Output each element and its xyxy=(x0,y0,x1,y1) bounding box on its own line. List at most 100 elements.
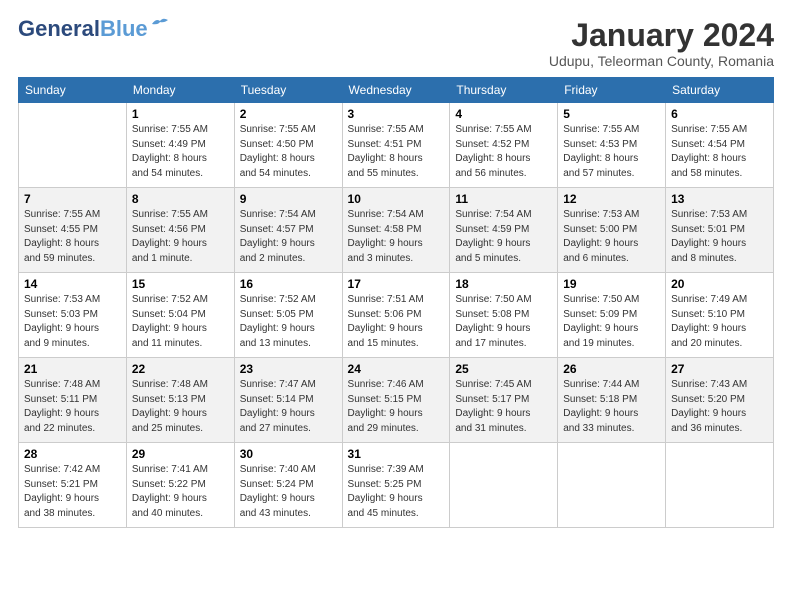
day-info-line: and 33 minutes. xyxy=(563,423,634,434)
day-info: Sunrise: 7:55 AMSunset: 4:55 PMDaylight:… xyxy=(24,208,121,266)
day-info-line: Sunrise: 7:53 AM xyxy=(671,209,747,220)
table-cell: 22Sunrise: 7:48 AMSunset: 5:13 PMDayligh… xyxy=(126,358,234,443)
day-number: 11 xyxy=(455,192,552,206)
table-cell: 31Sunrise: 7:39 AMSunset: 5:25 PMDayligh… xyxy=(342,443,450,528)
day-info-line: Daylight: 9 hours xyxy=(24,323,99,334)
day-info: Sunrise: 7:54 AMSunset: 4:59 PMDaylight:… xyxy=(455,208,552,266)
day-info-line: Sunset: 5:06 PM xyxy=(348,309,422,320)
day-number: 5 xyxy=(563,107,660,121)
day-info-line: Sunset: 5:22 PM xyxy=(132,479,206,490)
day-number: 24 xyxy=(348,362,445,376)
day-info-line: Daylight: 9 hours xyxy=(132,493,207,504)
day-info-line: and 22 minutes. xyxy=(24,423,95,434)
day-info-line: Sunrise: 7:53 AM xyxy=(563,209,639,220)
day-info-line: and 6 minutes. xyxy=(563,253,629,264)
table-cell: 16 Sunrise: 7:52 AMSunset: 5:05 PMDayligh… xyxy=(234,273,342,358)
day-info-line: and 40 minutes. xyxy=(132,508,203,519)
day-info: Sunrise: 7:42 AMSunset: 5:21 PMDaylight:… xyxy=(24,463,121,521)
day-info: Sunrise: 7:50 AMSunset: 5:08 PMDaylight:… xyxy=(455,293,552,351)
day-info-line: Daylight: 9 hours xyxy=(132,323,207,334)
day-info-line: Daylight: 9 hours xyxy=(671,238,746,249)
day-info: Sunrise: 7:54 AMSunset: 4:58 PMDaylight:… xyxy=(348,208,445,266)
day-info-line: Daylight: 9 hours xyxy=(348,323,423,334)
day-info-line: Sunrise: 7:55 AM xyxy=(24,209,100,220)
day-info-line: Sunset: 5:25 PM xyxy=(348,479,422,490)
day-number: 7 xyxy=(24,192,121,206)
month-title: January 2024 xyxy=(549,18,774,53)
day-number: 1 xyxy=(132,107,229,121)
day-number: 27 xyxy=(671,362,768,376)
day-info-line: and 20 minutes. xyxy=(671,338,742,349)
day-info: Sunrise: 7:52 AMSunset: 5:05 PMDaylight:… xyxy=(240,293,337,351)
day-info-line: and 54 minutes. xyxy=(132,168,203,179)
logo-blue: Blue xyxy=(100,16,148,41)
day-info-line: Sunrise: 7:55 AM xyxy=(348,124,424,135)
day-info-line: Sunrise: 7:46 AM xyxy=(348,379,424,390)
day-info-line: Sunrise: 7:39 AM xyxy=(348,464,424,475)
day-info-line: Sunset: 5:08 PM xyxy=(455,309,529,320)
col-wednesday: Wednesday xyxy=(342,78,450,103)
day-info: Sunrise: 7:44 AMSunset: 5:18 PMDaylight:… xyxy=(563,378,660,436)
table-cell: 8Sunrise: 7:55 AMSunset: 4:56 PMDaylight… xyxy=(126,188,234,273)
table-cell xyxy=(666,443,774,528)
day-info: Sunrise: 7:43 AMSunset: 5:20 PMDaylight:… xyxy=(671,378,768,436)
table-cell: 1 Sunrise: 7:55 AMSunset: 4:49 PMDaylight… xyxy=(126,103,234,188)
day-info-line: and 36 minutes. xyxy=(671,423,742,434)
day-info-line: and 54 minutes. xyxy=(240,168,311,179)
day-info-line: and 56 minutes. xyxy=(455,168,526,179)
col-monday: Monday xyxy=(126,78,234,103)
day-number: 18 xyxy=(455,277,552,291)
day-info-line: Sunset: 4:49 PM xyxy=(132,139,206,150)
day-info-line: and 2 minutes. xyxy=(240,253,306,264)
day-info-line: and 3 minutes. xyxy=(348,253,414,264)
day-info: Sunrise: 7:41 AMSunset: 5:22 PMDaylight:… xyxy=(132,463,229,521)
day-info: Sunrise: 7:53 AMSunset: 5:03 PMDaylight:… xyxy=(24,293,121,351)
day-info-line: Daylight: 9 hours xyxy=(563,323,638,334)
day-info-line: Sunrise: 7:49 AM xyxy=(671,294,747,305)
table-cell: 17Sunrise: 7:51 AMSunset: 5:06 PMDayligh… xyxy=(342,273,450,358)
day-info-line: Daylight: 9 hours xyxy=(240,408,315,419)
logo: GeneralBlue xyxy=(18,18,172,40)
day-info-line: and 15 minutes. xyxy=(348,338,419,349)
logo-bird-icon xyxy=(150,16,172,35)
day-info-line: Sunset: 5:17 PM xyxy=(455,394,529,405)
header: GeneralBlue January 2024 Udupu, Teleorma… xyxy=(18,18,774,69)
day-info-line: Daylight: 8 hours xyxy=(240,153,315,164)
day-info-line: Daylight: 9 hours xyxy=(240,493,315,504)
day-info: Sunrise: 7:49 AMSunset: 5:10 PMDaylight:… xyxy=(671,293,768,351)
day-info-line: Sunrise: 7:53 AM xyxy=(24,294,100,305)
day-info-line: and 11 minutes. xyxy=(132,338,202,349)
day-info-line: Sunrise: 7:55 AM xyxy=(671,124,747,135)
day-info-line: Sunset: 4:52 PM xyxy=(455,139,529,150)
day-info-line: Sunset: 4:51 PM xyxy=(348,139,422,150)
day-info: Sunrise: 7:55 AMSunset: 4:54 PMDaylight:… xyxy=(671,123,768,181)
day-info-line: Daylight: 9 hours xyxy=(132,238,207,249)
day-info: Sunrise: 7:39 AMSunset: 5:25 PMDaylight:… xyxy=(348,463,445,521)
day-info-line: Sunset: 4:53 PM xyxy=(563,139,637,150)
day-info-line: Sunset: 5:10 PM xyxy=(671,309,745,320)
table-cell: 9Sunrise: 7:54 AMSunset: 4:57 PMDaylight… xyxy=(234,188,342,273)
day-info: Sunrise: 7:55 AMSunset: 4:49 PMDaylight:… xyxy=(132,123,229,181)
day-info-line: and 59 minutes. xyxy=(24,253,95,264)
day-info: Sunrise: 7:45 AMSunset: 5:17 PMDaylight:… xyxy=(455,378,552,436)
day-info-line: Sunset: 4:54 PM xyxy=(671,139,745,150)
day-info: Sunrise: 7:48 AMSunset: 5:13 PMDaylight:… xyxy=(132,378,229,436)
day-info: Sunrise: 7:50 AMSunset: 5:09 PMDaylight:… xyxy=(563,293,660,351)
title-block: January 2024 Udupu, Teleorman County, Ro… xyxy=(549,18,774,69)
day-info-line: Sunset: 4:59 PM xyxy=(455,224,529,235)
table-cell: 30Sunrise: 7:40 AMSunset: 5:24 PMDayligh… xyxy=(234,443,342,528)
day-info-line: Sunset: 4:58 PM xyxy=(348,224,422,235)
day-info-line: Daylight: 9 hours xyxy=(671,408,746,419)
day-info-line: Sunrise: 7:42 AM xyxy=(24,464,100,475)
day-info-line: Sunrise: 7:55 AM xyxy=(240,124,316,135)
day-info-line: and 58 minutes. xyxy=(671,168,742,179)
day-number: 28 xyxy=(24,447,121,461)
day-number: 16 xyxy=(240,277,337,291)
table-cell: 20Sunrise: 7:49 AMSunset: 5:10 PMDayligh… xyxy=(666,273,774,358)
day-number: 19 xyxy=(563,277,660,291)
day-number: 30 xyxy=(240,447,337,461)
day-info-line: Sunset: 5:13 PM xyxy=(132,394,206,405)
logo-text: GeneralBlue xyxy=(18,18,148,40)
day-info-line: Daylight: 8 hours xyxy=(24,238,99,249)
day-info: Sunrise: 7:55 AMSunset: 4:52 PMDaylight:… xyxy=(455,123,552,181)
